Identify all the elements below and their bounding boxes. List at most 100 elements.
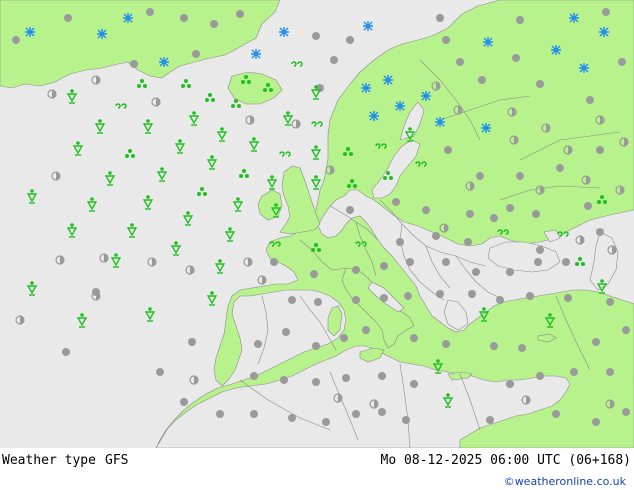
cloudy-icon [472,268,480,276]
snow-icon [550,44,562,56]
cloudy-icon [270,258,278,266]
snow-icon [362,20,374,32]
cloudy-icon [526,292,534,300]
cloudy-icon [456,58,464,66]
cloudy-icon [406,258,414,266]
cloudy-icon [396,238,404,246]
credit-link[interactable]: ©weatheronline.co.uk [504,475,626,488]
cloudy-icon [478,76,486,84]
cloudy-icon [464,238,472,246]
cloudy-icon [250,410,258,418]
cloudy-icon [606,298,614,306]
cloudy-icon [192,50,200,58]
cloudy-icon [622,408,630,416]
cloudy-icon [392,198,400,206]
cloudy-icon [410,334,418,342]
cloudy-icon [490,342,498,350]
cloudy-icon [180,398,188,406]
cloudy-icon [444,146,452,154]
cloudy-icon [596,146,604,154]
cloudy-icon [432,232,440,240]
cloudy-icon [518,344,526,352]
cloudy-icon [592,418,600,426]
cloudy-icon [602,8,610,16]
cloudy-icon [130,60,138,68]
snow-icon [568,12,580,24]
cloudy-icon [506,204,514,212]
cloudy-icon [622,326,630,334]
cloudy-icon [536,372,544,380]
cloudy-icon [362,326,370,334]
cloudy-icon [62,348,70,356]
snow-icon [434,116,446,128]
cloudy-icon [288,296,296,304]
cloudy-icon [346,206,354,214]
cloudy-icon [592,338,600,346]
snow-icon [578,62,590,74]
cloudy-icon [486,416,494,424]
cloudy-icon [516,16,524,24]
cloudy-icon [180,14,188,22]
cloudy-icon [404,292,412,300]
cloudy-icon [402,416,410,424]
snow-icon [368,110,380,122]
cloudy-icon [436,14,444,22]
cloudy-icon [442,258,450,266]
cloudy-icon [250,372,258,380]
cloudy-icon [606,368,614,376]
snow-icon [598,26,610,38]
cloudy-icon [352,296,360,304]
cloudy-icon [468,290,476,298]
cloudy-icon [254,340,262,348]
cloudy-icon [536,80,544,88]
cloudy-icon [562,258,570,266]
snow-icon [278,26,290,38]
cloudy-icon [442,36,450,44]
cloudy-icon [556,164,564,172]
cloudy-icon [188,338,196,346]
cloudy-icon [156,368,164,376]
cloudy-icon [236,10,244,18]
snow-icon [158,56,170,68]
cloudy-icon [490,214,498,222]
cloudy-icon [330,56,338,64]
cloudy-icon [380,262,388,270]
cloudy-icon [312,378,320,386]
snow-icon [480,122,492,134]
cloudy-icon [210,20,218,28]
cloudy-icon [618,58,626,66]
cloudy-icon [466,210,474,218]
cloudy-icon [496,296,504,304]
cloudy-icon [216,410,224,418]
map-footer: Weather type GFS Mo 08-12-2025 06:00 UTC… [0,448,634,490]
cloudy-icon [564,294,572,302]
cloudy-icon [310,270,318,278]
cloudy-icon [340,334,348,342]
cloudy-icon [570,368,578,376]
snow-icon [382,74,394,86]
cloudy-icon [512,54,520,62]
cloudy-icon [280,376,288,384]
snow-icon [420,90,432,102]
model-name: GFS [105,453,129,468]
cloudy-icon [586,96,594,104]
cloudy-icon [532,210,540,218]
snow-icon [394,100,406,112]
cloudy-icon [506,268,514,276]
cloudy-icon [436,290,444,298]
cloudy-icon [410,380,418,388]
snow-icon [482,36,494,48]
cloudy-icon [64,14,72,22]
weather-map [0,0,634,448]
snow-icon [360,82,372,94]
cloudy-icon [352,410,360,418]
cloudy-icon [146,8,154,16]
cloudy-icon [312,342,320,350]
cloudy-icon [516,172,524,180]
cloudy-icon [506,380,514,388]
cloudy-icon [288,414,296,422]
cloudy-icon [282,328,290,336]
cloudy-icon [442,340,450,348]
cloudy-icon [552,410,560,418]
cloudy-icon [352,266,360,274]
